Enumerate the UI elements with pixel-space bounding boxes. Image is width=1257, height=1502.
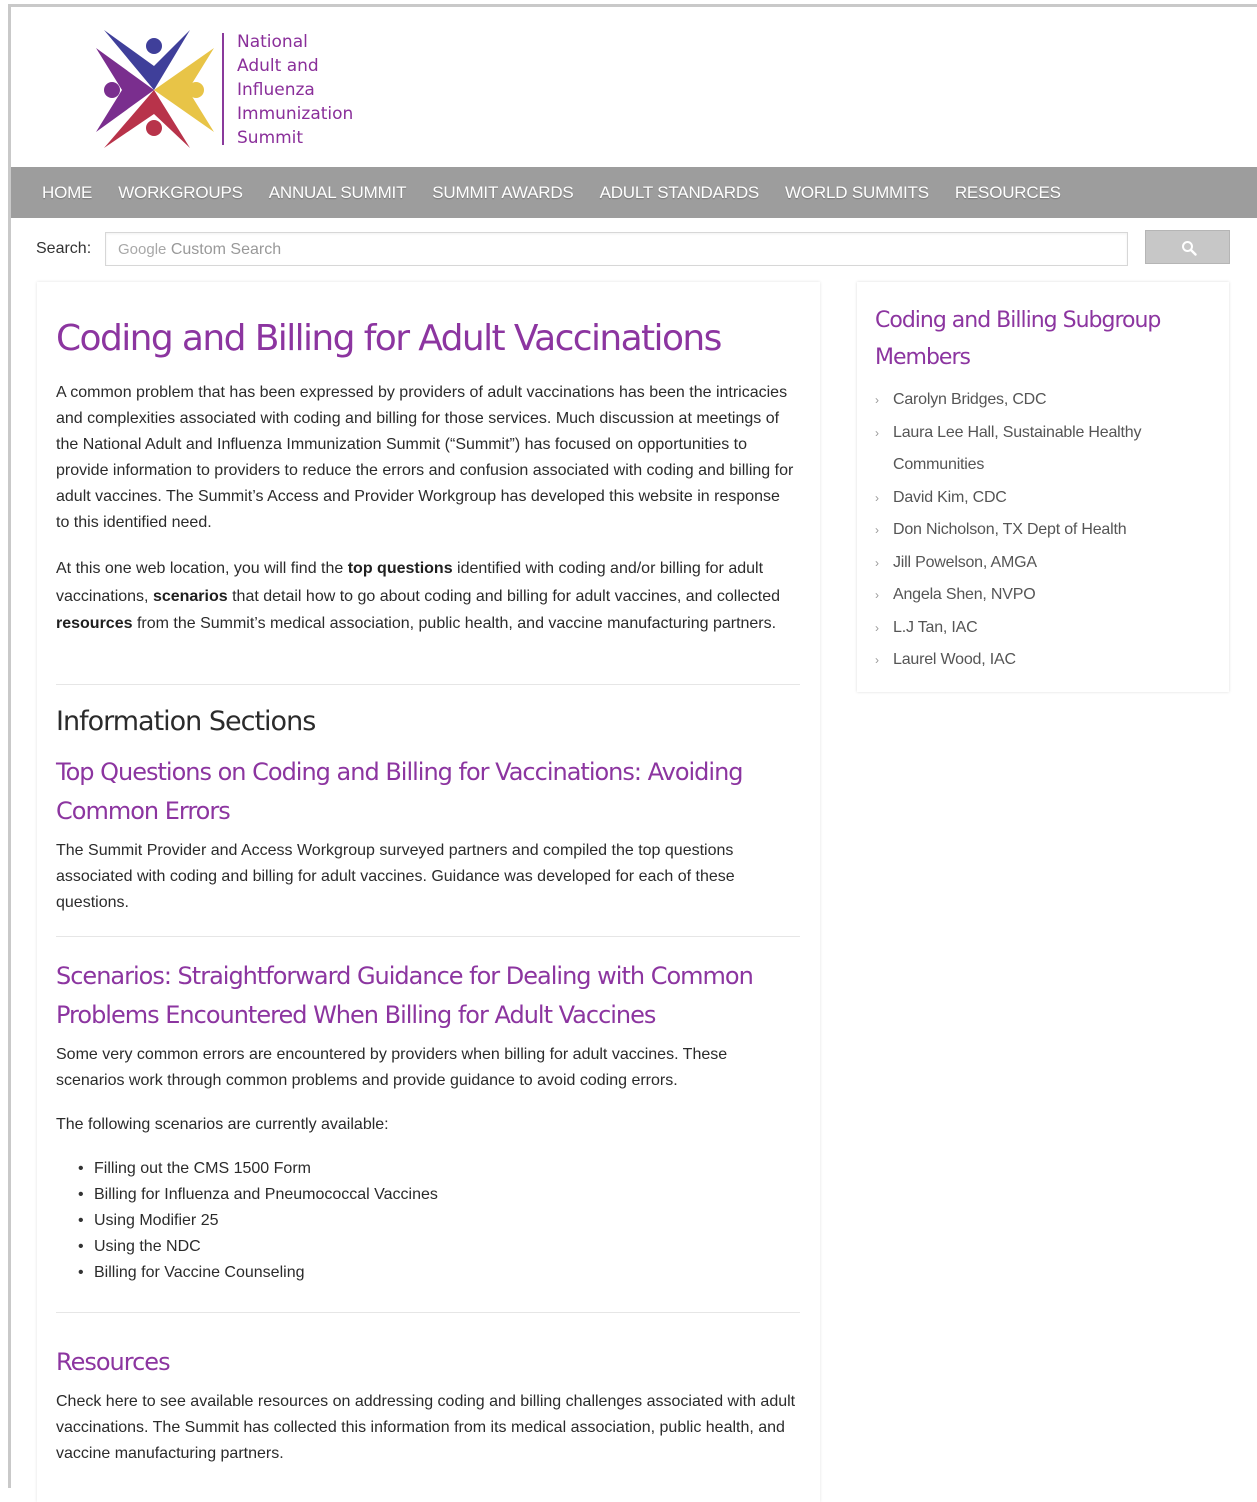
chevron-right-icon: ›	[875, 523, 879, 537]
subgroup-members-title: Coding and Billing Subgroup Members	[875, 308, 1161, 370]
scenario-link[interactable]: Billing for Vaccine Counseling	[74, 1260, 438, 1286]
nav-item-home[interactable]: HOME	[29, 183, 105, 203]
scenario-link[interactable]: Filling out the CMS 1500 Form	[74, 1156, 438, 1182]
member-item: › Carolyn Bridges, CDC	[875, 384, 1215, 417]
logo-wordmark[interactable]: National Adult and Influenza Immunizatio…	[237, 30, 353, 150]
top-questions-link[interactable]: Top Questions on Coding and Billing for …	[56, 753, 796, 831]
main-nav: HOME WORKGROUPS ANNUAL SUMMIT SUMMIT AWA…	[11, 167, 1257, 218]
page-title: Coding and Billing for Adult Vaccination…	[56, 318, 722, 359]
logo-line: Influenza	[237, 80, 315, 100]
divider	[56, 1312, 800, 1313]
nav-item-workgroups[interactable]: WORKGROUPS	[105, 183, 256, 203]
chevron-right-icon: ›	[875, 393, 879, 407]
nav-item-summit-awards[interactable]: SUMMIT AWARDS	[419, 183, 586, 203]
member-item: › L.J Tan, IAC	[875, 612, 1215, 645]
resources-link[interactable]: Resources	[56, 1343, 796, 1382]
search-input[interactable]: Google Custom Search	[105, 232, 1128, 266]
nav-item-annual-summit[interactable]: ANNUAL SUMMIT	[256, 183, 420, 203]
chevron-right-icon: ›	[875, 620, 879, 635]
member-item: › David Kim, CDC	[875, 482, 1215, 515]
summit-logo-icon	[96, 30, 214, 148]
search-placeholder-text: Custom Search	[170, 241, 282, 258]
search-icon	[1182, 241, 1197, 256]
information-sections-heading: Information Sections	[56, 706, 316, 737]
members-list: › Carolyn Bridges, CDC › Laura Lee Hall, S…	[875, 384, 1215, 677]
nav-item-resources[interactable]: RESOURCES	[942, 183, 1074, 203]
member-item: › Jill Powelson, AMGA	[875, 547, 1215, 580]
subgroup-members-panel: Coding and Billing Subgroup Members › Car…	[857, 282, 1229, 692]
scenarios-body: Some very common errors are encountered …	[56, 1046, 728, 1089]
summit-logo[interactable]	[92, 28, 222, 150]
member-item: › Angela Shen, NVPO	[875, 579, 1215, 612]
logo-line: Immunization	[237, 104, 354, 124]
scenario-link[interactable]: Using Modifier 25	[74, 1208, 438, 1234]
scenario-link[interactable]: Using the NDC	[74, 1234, 438, 1260]
logo-divider	[222, 33, 224, 145]
member-item: › Laura Lee Hall, Sustainable Healthy Com…	[875, 417, 1215, 482]
scenarios-available-label: The following scenarios are currently av…	[56, 1116, 389, 1133]
divider	[56, 936, 800, 937]
scenarios-bold: scenarios	[152, 587, 228, 605]
logo-line: Adult and	[237, 56, 319, 76]
search-button[interactable]	[1145, 230, 1230, 264]
logo-line: Summit	[237, 128, 304, 148]
resources-bold: resources	[56, 615, 133, 632]
search-label: Search:	[36, 240, 92, 257]
nav-item-adult-standards[interactable]: ADULT STANDARDS	[587, 183, 772, 203]
chevron-right-icon: ›	[875, 555, 879, 570]
scenario-list: Filling out the CMS 1500 Form Billing fo…	[74, 1156, 438, 1286]
scenarios-link[interactable]: Scenarios: Straightforward Guidance for …	[56, 957, 796, 1035]
main-content: Coding and Billing for Adult Vaccination…	[37, 282, 820, 1502]
top-questions-body: The Summit Provider and Access Workgroup…	[56, 842, 735, 911]
scenario-link[interactable]: Billing for Influenza and Pneumococcal V…	[74, 1182, 438, 1208]
logo-line: National	[237, 32, 308, 52]
member-item: › Don Nicholson, TX Dept of Health	[875, 514, 1215, 547]
chevron-right-icon: ›	[875, 490, 879, 505]
intro-paragraph: A common problem that has been expressed…	[56, 384, 794, 531]
divider	[56, 684, 800, 685]
top-questions-bold: top questions	[347, 560, 453, 577]
search-placeholder-brand: Google	[118, 241, 167, 258]
location-paragraph: At this one web location, you will find …	[56, 560, 781, 632]
chevron-right-icon: ›	[875, 653, 879, 667]
nav-item-world-summits[interactable]: WORLD SUMMITS	[772, 183, 942, 203]
chevron-right-icon: ›	[875, 588, 879, 602]
chevron-right-icon: ›	[875, 425, 879, 440]
member-item: › Laurel Wood, IAC	[875, 644, 1215, 677]
resources-body: Check here to see available resources on…	[56, 1393, 796, 1462]
